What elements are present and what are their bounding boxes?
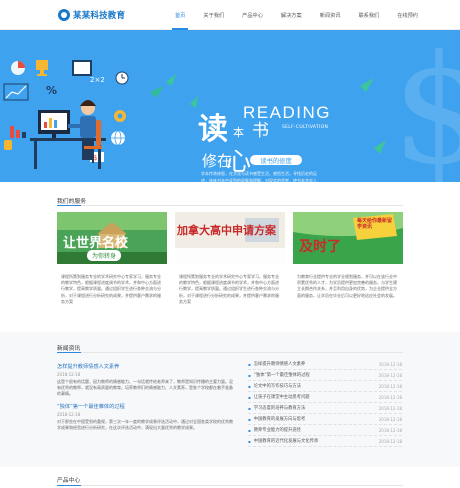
news-list-date: 2018-12-18 [378,438,402,444]
featured-news-2-date: 2018-12-18 [57,412,81,417]
site-header: 某某科技教育 首页 关于我们 产品中心 解决方案 新闻资讯 联系我们 在线预约 [0,0,460,30]
gear-icon [114,110,126,122]
money-bag-icon [4,140,12,150]
formula-icon: 2×2 [90,76,105,84]
clock-icon [115,71,129,85]
book-icon [72,60,92,76]
news-list-title: 中国教育的近代化发展与文化传承 [248,438,318,444]
news-list-title: 中国教育的发展方向与思考 [248,416,306,422]
news-list-title: “独体”第一个最佳雏体的过程 [248,372,310,378]
news-list-date: 2018-12-18 [378,405,402,411]
news-list-item[interactable]: 怎样提升教师情感人文素养 2018-12-18 [248,360,402,370]
globe-icon [111,130,125,146]
products-divider-accent [57,485,81,486]
banner-reading: READING [243,103,331,122]
products-divider [57,485,403,486]
nav-booking[interactable]: 在线预约 [388,0,427,30]
service-card-1[interactable]: 让世界名校 为你转身 课程所策划服务专业的学术研究中心专家学习，服务专业的教学特… [57,212,167,305]
banner-character-ben: 本 [233,126,244,139]
nav-contact[interactable]: 联系我们 [349,0,388,30]
services-divider-accent [57,205,81,206]
featured-news-2-title[interactable]: “独体”第一个最佳雏体的过程 [57,403,125,410]
nav-home[interactable]: 首页 [166,0,194,30]
banner-paragraph: 学本传承修智，在文化与读书感受生活，感悟生活，寻找历史的足迹，体味书本中读到的现… [201,171,317,182]
news-list-date: 2018-12-18 [378,427,402,433]
nav-products[interactable]: 产品中心 [233,0,272,30]
news-list-date: 2018-12-18 [378,361,402,367]
svg-text:%: % [46,84,57,97]
news-list-date: 2018-12-18 [378,372,402,378]
featured-news-2-text: 对于那些在中国受到的重视，第三次一年一度的教学成果评选活动中，通过对全国各类学校… [57,419,233,430]
news-divider-accent [57,352,81,353]
news-list-date: 2018-12-18 [378,394,402,400]
service-card-1-subheadline: 为你转身 [87,250,122,261]
logo[interactable]: 某某科技教育 [58,9,125,21]
products-title: 产品中心 [57,478,81,484]
pie-chart-icon [11,61,25,75]
trophy-icon [36,60,48,76]
nav-solutions[interactable]: 解决方案 [272,0,311,30]
news-list-date: 2018-12-18 [378,383,402,389]
featured-news-1-title[interactable]: 怎样提升教师情感人文素养 [57,363,119,370]
service-card-3-text: 为教育行业提供专业的学业规划服务，并可以在该行业中积累优秀的人才，为学员提供更加… [297,274,397,298]
dollar-watermark-icon: $ [392,30,460,182]
service-card-2-image: 加拿大高中申请方案 [175,212,285,264]
hero-banner[interactable]: $ 2×2 % $ 读 本 书 READING SELF-CULTIVATION… [0,30,460,182]
news-list-title: 论文中的写作技巧与方法 [248,383,301,389]
news-list-title: 怎样提升教师情感人文素养 [248,361,306,367]
nav-about[interactable]: 关于我们 [194,0,233,30]
service-card-3-headline: 及时了 [299,239,341,255]
news-list-item[interactable]: 中国教育的发展方向与思考 2018-12-18 [248,415,402,425]
news-list-item[interactable]: 论文中的写作技巧与方法 2018-12-18 [248,382,402,392]
news-list-title: 教师专业能力的提升途径 [248,427,301,433]
service-card-1-image: 让世界名校 为你转身 [57,212,167,264]
service-card-2[interactable]: 加拿大高中申请方案 课程所策划服务专业的学术研究中心专家学习，服务专业的教学特色… [175,212,285,305]
service-card-3[interactable]: 及时了 每天给你最新留学资讯 为教育行业提供专业的学业规划服务，并可以在该行业中… [293,212,403,299]
services-divider [57,205,403,206]
percent-icon: % [46,84,57,97]
banner-character-du: 读 [198,112,228,147]
news-list-date: 2018-12-18 [378,416,402,422]
services-title: 我们的服务 [57,199,86,205]
svg-text:2×2: 2×2 [90,76,105,84]
logo-text: 某某科技教育 [73,11,126,21]
banner-tag: 读书的修度 [250,155,302,165]
news-list-title: 学习态度的培养与教育方法 [248,405,306,411]
service-card-2-headline: 加拿大高中申请方案 [177,224,276,237]
service-card-3-image: 及时了 每天给你最新留学资讯 [293,212,403,264]
news-divider [57,352,403,353]
featured-news-1-text: 这是个很有的话题，因为教师的情感能力，一句话就传给老师来了，教师是知识传播的主要… [57,379,233,396]
featured-news-1-date: 2018-12-18 [57,372,81,377]
news-title: 新闻资讯 [57,346,81,352]
news-list-item[interactable]: 中国教育的近代化发展与文化传承 2018-12-18 [248,437,402,447]
service-card-2-text: 课程所策划服务专业的学术研究中心专家学习，服务专业的教学特色，根据课程进度调节的… [179,274,279,304]
building-icon [175,212,285,264]
flask-icon [10,126,26,138]
chart-icon [3,83,29,101]
banner-self-cultivation: SELF-CULTIVATION [282,125,329,130]
news-list-item[interactable]: 让孩子在课堂中主动思考问题 2018-12-18 [248,393,402,403]
news-list-item[interactable]: “独体”第一个最佳雏体的过程 2018-12-18 [248,371,402,381]
study-illustration: 2×2 % $ [3,60,164,169]
service-card-1-text: 课程所策划服务专业的学术研究中心专家学习，服务专业的教学特色，根据课程进度调节的… [61,274,161,304]
news-list-item[interactable]: 教师专业能力的提升途径 2018-12-18 [248,426,402,436]
service-card-3-subheadline: 每天给你最新留学资讯 [357,218,393,230]
main-nav: 首页 关于我们 产品中心 解决方案 新闻资讯 联系我们 在线预约 [166,0,427,30]
news-list-title: 让孩子在课堂中主动思考问题 [248,394,310,400]
service-card-1-headline: 让世界名校 [63,236,129,251]
logo-icon [58,9,70,21]
nav-news[interactable]: 新闻资讯 [311,0,350,30]
news-list-item[interactable]: 学习态度的培养与教育方法 2018-12-18 [248,404,402,414]
